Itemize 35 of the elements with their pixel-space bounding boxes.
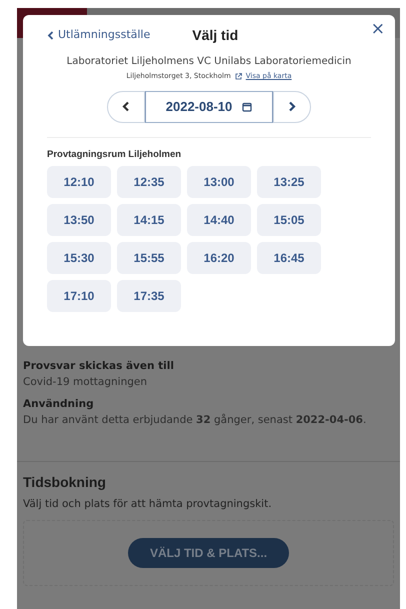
next-day-button[interactable]: [273, 90, 311, 122]
time-slot-button[interactable]: 15:05: [257, 204, 321, 236]
time-slot-button[interactable]: 14:40: [187, 204, 251, 236]
chevron-left-icon: [47, 31, 54, 40]
close-button[interactable]: ×: [370, 21, 385, 38]
previous-day-button[interactable]: [107, 90, 145, 122]
section-text: Covid-19 mottagningen: [23, 374, 148, 390]
time-slot-button[interactable]: 12:35: [117, 166, 181, 198]
time-slot-button[interactable]: 14:15: [117, 204, 181, 236]
time-slot-button[interactable]: 13:00: [187, 166, 251, 198]
time-slot-button[interactable]: 15:55: [117, 242, 181, 274]
time-slot-button[interactable]: 17:35: [117, 280, 181, 312]
booking-text: Välj tid och plats för att hämta provtagningskit.: [23, 496, 273, 512]
modal-title: Välj tid: [192, 26, 238, 45]
date-field[interactable]: 2022-08-10: [145, 90, 273, 122]
time-slot-button[interactable]: 15:30: [47, 242, 111, 274]
calendar-icon: [242, 102, 252, 112]
time-slot-button[interactable]: 16:20: [187, 242, 251, 274]
back-link[interactable]: Utlämningsställe: [47, 27, 150, 44]
time-slot-button[interactable]: 13:25: [257, 166, 321, 198]
time-slot-button[interactable]: 17:10: [47, 280, 111, 312]
external-link-icon: [234, 72, 242, 80]
booking-title: Tidsbokning: [23, 472, 107, 492]
choose-time-button[interactable]: VÄLJ TID & PLATS...: [128, 538, 290, 568]
time-slot-button[interactable]: 13:50: [47, 204, 111, 236]
section-heading: Användning: [23, 398, 95, 411]
room-title: Provtagningsrum Liljeholmen: [47, 148, 182, 162]
chevron-right-icon: [288, 101, 296, 112]
lab-name: Laboratoriet Liljeholmens VC Unilabs Laboratoriemedicin: [66, 55, 352, 69]
time-slot-button[interactable]: 16:45: [257, 242, 321, 274]
section-heading: Provsvar skickas även till: [23, 360, 175, 373]
date-value: 2022-08-10: [166, 98, 232, 116]
section-text: Du har använt detta erbjudande 32 gånger, senast 2022-04-06.: [23, 412, 368, 428]
chevron-left-icon: [122, 101, 130, 112]
time-slot-button[interactable]: 12:10: [47, 166, 111, 198]
